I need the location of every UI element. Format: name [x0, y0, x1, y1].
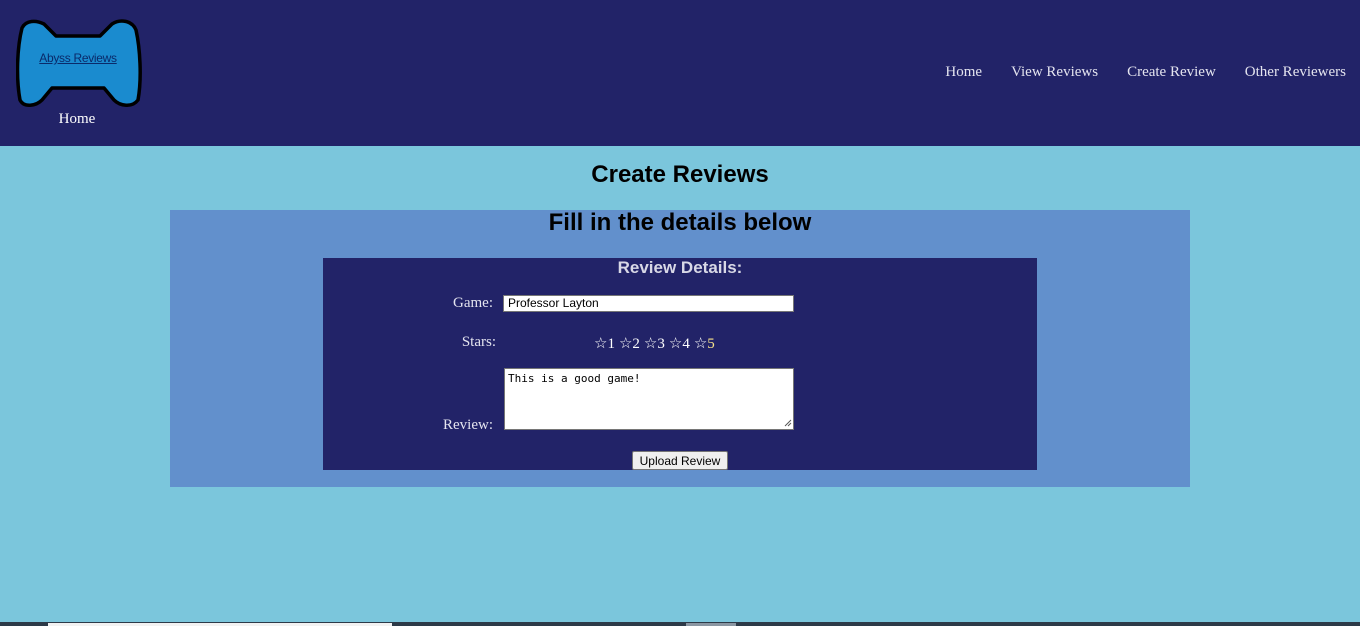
star-outline-icon: ☆ [618, 336, 633, 352]
star-option-4[interactable]: ☆4 [669, 334, 690, 353]
star-outline-icon: ☆ [643, 336, 658, 352]
page-title: Create Reviews [591, 161, 769, 188]
resize-grip-icon[interactable] [784, 419, 792, 427]
game-input[interactable]: Professor Layton [503, 295, 794, 312]
stars-label: Stars: [461, 334, 496, 350]
review-textarea[interactable]: This is a good game! [504, 368, 794, 430]
star-option-label: 2 [632, 336, 640, 352]
review-label: Review: [443, 417, 493, 433]
logo-caption: Home [58, 111, 96, 127]
game-label: Game: [453, 295, 493, 311]
review-form [323, 258, 1037, 470]
star-option-2[interactable]: ☆2 [619, 334, 640, 353]
star-option-1[interactable]: ☆1 [594, 334, 615, 353]
panel-title: Fill in the details below [548, 209, 812, 236]
logo[interactable]: Abyss Reviews [16, 18, 142, 108]
star-outline-icon: ☆ [693, 336, 708, 352]
star-outline-icon: ☆ [594, 336, 608, 352]
star-rating: ☆1 ☆2 ☆3 ☆4 ☆5 [594, 334, 715, 353]
site-header: Abyss Reviews Home Home View Reviews Cre… [0, 0, 1360, 146]
nav-create-review[interactable]: Create Review [1127, 64, 1216, 81]
nav-home[interactable]: Home [945, 64, 982, 81]
star-option-label: 1 [607, 336, 615, 352]
star-option-label: 5 [707, 336, 715, 352]
star-option-label: 4 [682, 336, 690, 352]
star-option-5[interactable]: ☆5 [694, 334, 715, 353]
star-outline-icon: ☆ [668, 336, 683, 352]
upload-review-button[interactable]: Upload Review [632, 451, 728, 470]
nav-other-reviewers[interactable]: Other Reviewers [1245, 64, 1346, 81]
form-heading: Review Details: [617, 258, 743, 277]
star-option-label: 3 [657, 336, 665, 352]
logo-link[interactable]: Abyss Reviews [16, 51, 140, 65]
nav-view-reviews[interactable]: View Reviews [1011, 64, 1098, 81]
main-nav: Home View Reviews Create Review Other Re… [945, 64, 1346, 81]
star-option-3[interactable]: ☆3 [644, 334, 665, 353]
